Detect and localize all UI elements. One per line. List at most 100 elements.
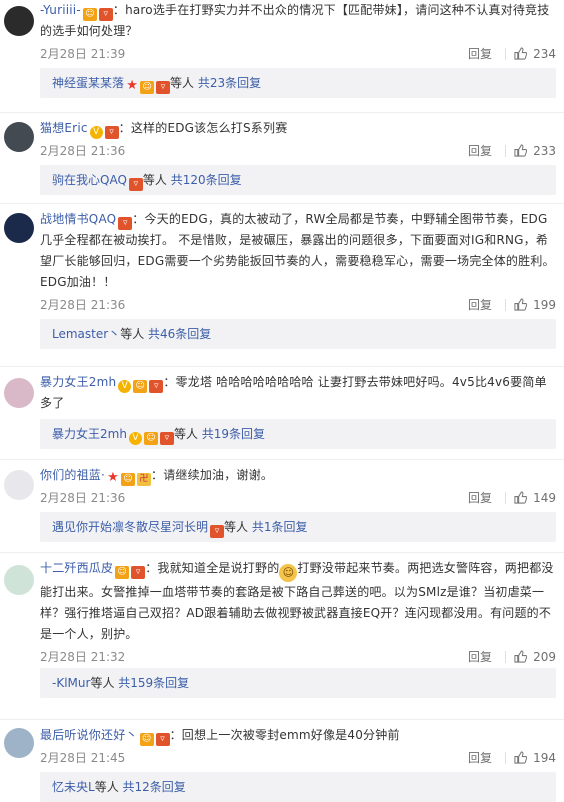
gold-badge-icon: 卍 (137, 473, 152, 486)
sub-reply-count-link[interactable]: 共1条回复 (252, 520, 308, 534)
sub-reply-user[interactable]: 遇见你开始凛冬散尽星河长明 (52, 520, 208, 534)
red-packet-badge-icon: ▿ (149, 380, 164, 393)
vip-badge-icon: ☺ (121, 473, 136, 486)
sub-reply-count-link[interactable]: 共120条回复 (171, 173, 242, 187)
star-badge-icon: ★ (126, 78, 138, 93)
thumbs-up-icon (514, 751, 528, 764)
red-packet-badge-icon: ▿ (131, 566, 146, 579)
sub-reply-count[interactable]: 等人 共23条回复 (170, 76, 261, 90)
comment-meta: 2月28日 21:36 回复 199 (40, 294, 556, 316)
red-packet-badge-icon: ▿ (155, 733, 170, 746)
red-packet-badge-icon: ▿ (98, 8, 113, 21)
like-button[interactable]: 194 (514, 747, 556, 769)
thumbs-up-icon (514, 650, 528, 663)
like-count: 149 (533, 491, 556, 505)
like-button[interactable]: 199 (514, 294, 556, 316)
comment-content: ：请继续加油，谢谢。 (151, 468, 274, 482)
timestamp: 2月28日 21:39 (40, 47, 126, 61)
divider (0, 719, 564, 720)
avatar[interactable] (4, 565, 34, 595)
sub-reply-count[interactable]: 等人 共46条回复 (120, 327, 211, 341)
sub-reply-count[interactable]: 等人 共19条回复 (174, 427, 265, 441)
comment-meta: 2月28日 21:36 回复 233 (40, 140, 556, 162)
avatar[interactable] (4, 6, 34, 36)
verified-badge-icon: V (89, 126, 103, 139)
sub-reply-count-link[interactable]: 共12条回复 (123, 780, 186, 794)
reply-button[interactable]: 回复 (468, 140, 492, 162)
vip-badge-icon: ☺ (140, 81, 155, 94)
sub-reply-count[interactable]: 等人 共12条回复 (95, 780, 186, 794)
username-link[interactable]: 你们的祖蓝· (40, 468, 105, 482)
sub-reply-user[interactable]: -KlMur (52, 676, 90, 690)
avatar[interactable] (4, 122, 34, 152)
sub-reply-prefix: 等人 (120, 327, 149, 341)
like-button[interactable]: 209 (514, 646, 556, 668)
divider (505, 651, 506, 663)
thumbs-up-icon (514, 47, 528, 60)
reply-button[interactable]: 回复 (468, 487, 492, 509)
avatar[interactable] (4, 470, 34, 500)
divider (0, 366, 564, 367)
sub-reply-prefix: 等人 (142, 173, 171, 187)
sub-reply-count-link[interactable]: 共159条回复 (118, 676, 189, 690)
sub-reply-summary[interactable]: -KlMur等人 共159条回复 (40, 668, 556, 698)
thumbs-up-icon (514, 144, 528, 157)
reply-button[interactable]: 回复 (468, 747, 492, 769)
sub-reply-user[interactable]: Lemaster丶 (52, 327, 120, 341)
username-link[interactable]: 最后听说你还好丶 (40, 728, 138, 742)
divider (0, 552, 564, 553)
username-link[interactable]: 战地情书QAQ (40, 212, 116, 226)
vip-badge-icon: ☺ (115, 566, 130, 579)
sub-reply-user[interactable]: 暴力女王2mh (52, 427, 127, 441)
avatar[interactable] (4, 728, 34, 758)
like-count: 234 (533, 47, 556, 61)
reply-button[interactable]: 回复 (468, 646, 492, 668)
sub-reply-summary[interactable]: 神经蛋某某落 ★ ☺ ▿ 等人 共23条回复 (40, 68, 556, 98)
sub-reply-summary[interactable]: 忆未央L等人 共12条回复 (40, 772, 556, 802)
username-link[interactable]: 猫想Eric (40, 121, 88, 135)
timestamp: 2月28日 21:32 (40, 650, 126, 664)
sub-reply-user[interactable]: 神经蛋某某落 (52, 76, 124, 90)
comment-text: 暴力女王2mh V ☺ ▿ ：零龙塔 哈哈哈哈哈哈哈哈 让妻打野去带妹吧好吗。4v5比4… (40, 372, 556, 414)
like-button[interactable]: 149 (514, 487, 556, 509)
sub-reply-count-link[interactable]: 共19条回复 (202, 427, 265, 441)
sub-reply-prefix: 等人 (224, 520, 252, 534)
verified-badge-icon: V (118, 380, 132, 393)
username-link[interactable]: -Yuriiii- (40, 3, 81, 17)
sub-reply-count-link[interactable]: 共46条回复 (148, 327, 211, 341)
comment-text: -Yuriiii- ☺ ▿ ：haro选手在打野实力并不出众的情况下【匹配带妹】，请问… (40, 0, 556, 42)
smiley-emoji-icon: ☺ (279, 564, 298, 582)
comment-content: ：这样的EDG该怎么打S系列赛 (118, 121, 288, 135)
comment-meta: 2月28日 21:39 回复 234 (40, 43, 556, 65)
sub-reply-user[interactable]: 忆未央L (52, 780, 95, 794)
sub-reply-count[interactable]: 等人 共1条回复 (224, 520, 307, 534)
sub-reply-user[interactable]: 驹在我心QAQ (52, 173, 127, 187)
sub-reply-prefix: 等人 (90, 676, 119, 690)
reply-button[interactable]: 回复 (468, 294, 492, 316)
sub-reply-prefix: 等人 (170, 76, 198, 90)
comment-text: 你们的祖蓝· ★ ☺ 卍：请继续加油，谢谢。 (40, 465, 556, 486)
divider (505, 48, 506, 60)
sub-reply-summary[interactable]: 遇见你开始凛冬散尽星河长明 ▿ 等人 共1条回复 (40, 512, 556, 542)
vip-badge-icon: ☺ (133, 380, 148, 393)
like-count: 199 (533, 298, 556, 312)
sub-reply-summary[interactable]: 驹在我心QAQ ▿ 等人 共120条回复 (40, 165, 556, 195)
sub-reply-summary[interactable]: 暴力女王2mh V ☺ ▿ 等人 共19条回复 (40, 419, 556, 449)
username-link[interactable]: 十二歼西瓜皮 (40, 561, 113, 575)
sub-reply-count[interactable]: 等人 共120条回复 (143, 173, 242, 187)
username-link[interactable]: 暴力女王2mh (40, 375, 116, 389)
reply-button[interactable]: 回复 (468, 43, 492, 65)
vip-badge-icon: ☺ (82, 8, 97, 21)
avatar[interactable] (4, 213, 34, 243)
sub-reply-summary[interactable]: Lemaster丶等人 共46条回复 (40, 319, 556, 349)
like-button[interactable]: 234 (514, 43, 556, 65)
comment-content: ：haro选手在打野实力并不出众的情况下【匹配带妹】，请问这种不认真对待竞技的选… (40, 3, 550, 38)
sub-reply-count[interactable]: 等人 共159条回复 (90, 676, 189, 690)
sub-reply-count-link[interactable]: 共23条回复 (198, 76, 261, 90)
like-button[interactable]: 233 (514, 140, 556, 162)
avatar[interactable] (4, 378, 34, 408)
divider (0, 112, 564, 113)
comment-content: ：回想上一次被零封emm好像是40分钟前 (169, 728, 400, 742)
comment-text: 猫想Eric V ▿ ：这样的EDG该怎么打S系列赛 (40, 118, 556, 139)
divider (0, 203, 564, 204)
